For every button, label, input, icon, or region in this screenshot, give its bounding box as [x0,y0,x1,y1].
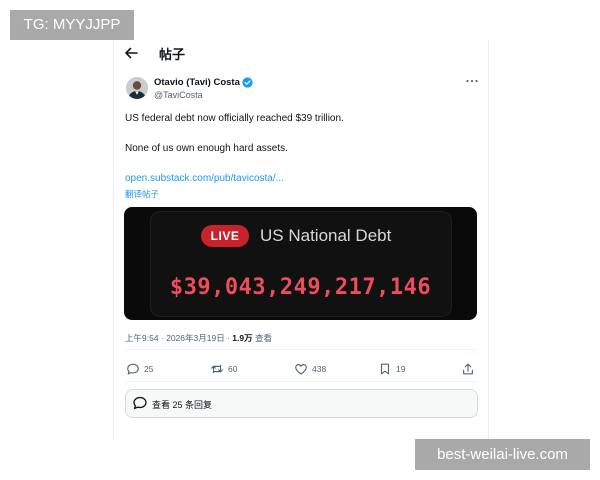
views-label: 查看 [252,333,272,343]
tweet-text-line: None of us own enough hard assets. [125,143,288,154]
arrow-left-icon[interactable] [123,45,139,61]
reply-button[interactable]: 25 [126,362,153,376]
reply-icon [127,363,139,375]
repost-icon [211,364,223,374]
debt-value: $39,043,249,217,146 [169,275,432,300]
watermark-bottom-right: best-weilai-live.com [415,439,590,470]
author-name[interactable]: Otavio (Tavi) Costa [154,77,240,88]
view-replies-label: 查看 25 条回复 [152,400,213,410]
repost-button[interactable]: 60 [210,362,237,376]
heart-icon [295,364,307,375]
like-button[interactable]: 438 [294,362,326,376]
avatar[interactable] [126,77,148,99]
tweet-media-image[interactable]: LIVE US National Debt $39,043,249,217,14… [124,207,477,320]
bookmark-button[interactable]: 19 [378,362,405,376]
tweet-text-line: US federal debt now officially reached $… [125,113,344,124]
timestamp[interactable]: 上午9:54 · 2026年3月19日 · [125,333,232,343]
like-count: 438 [312,364,327,374]
tweet-detail-panel: 帖子 Otavio (Tavi) Costa @TaviCosta US fed… [113,40,489,440]
reply-count: 25 [144,364,154,374]
chat-bubble-icon [133,396,147,410]
watermark-top-left: TG: MYYJJPP [10,10,134,40]
view-replies-button[interactable]: 查看 25 条回复 [125,389,478,418]
translate-post-link[interactable]: 翻译帖子 [125,188,159,200]
repost-count: 60 [228,364,238,374]
divider [125,349,477,350]
live-badge: LIVE [201,225,249,247]
tweet-link[interactable]: open.substack.com/pub/tavicosta/... [125,173,284,184]
author-handle[interactable]: @TaviCosta [154,90,203,100]
divider [125,381,477,382]
page-title: 帖子 [159,47,186,62]
media-title: US National Debt [260,226,392,245]
more-horizontal-icon[interactable] [465,76,479,86]
bookmark-icon [380,363,390,375]
bookmark-count: 19 [396,364,406,374]
share-button[interactable] [461,362,475,376]
view-count: 1.9万 [232,333,253,343]
top-bar: 帖子 [114,40,488,68]
share-icon [463,363,473,375]
tweet-meta: 上午9:54 · 2026年3月19日 · 1.9万 查看 [125,332,272,344]
verified-badge-icon [242,77,253,88]
